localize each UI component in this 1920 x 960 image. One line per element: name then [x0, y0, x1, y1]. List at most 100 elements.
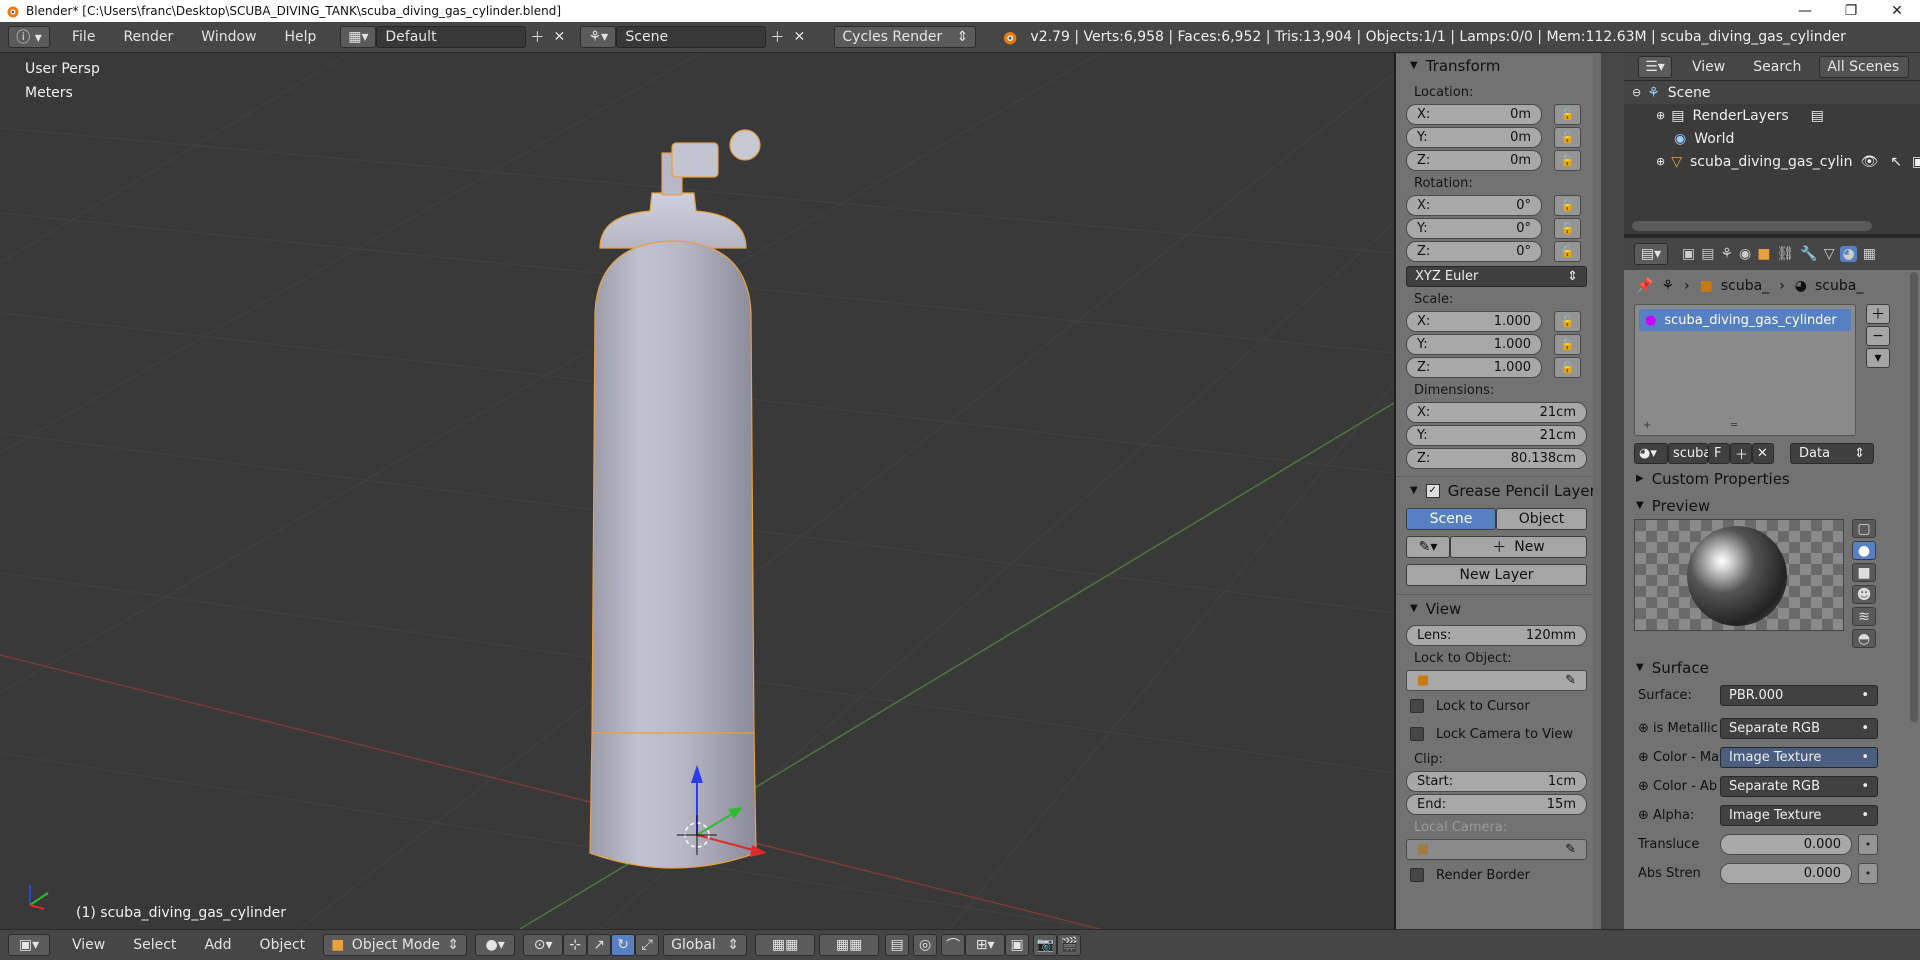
- fake-user-button[interactable]: F: [1708, 443, 1730, 464]
- eyedropper-icon[interactable]: ✎: [1565, 673, 1576, 688]
- preview-flat-icon[interactable]: ▢: [1852, 519, 1876, 538]
- expand-node-icon[interactable]: ⊕: [1638, 808, 1653, 823]
- lock-object-field[interactable]: ■ ✎: [1406, 670, 1587, 691]
- input-alpha-dropdown[interactable]: Image Texture •: [1720, 805, 1878, 826]
- menu-window[interactable]: Window: [187, 29, 270, 45]
- lock-icon[interactable]: 🔓: [1554, 334, 1581, 355]
- render-border-checkbox[interactable]: Render Border: [1396, 861, 1601, 889]
- view-panel-header[interactable]: ▼ View: [1396, 594, 1601, 622]
- proportional-edit-icon[interactable]: ◎: [913, 934, 938, 956]
- manipulator-toggle-icon[interactable]: ⊹: [563, 934, 588, 956]
- lock-icon[interactable]: 🔓: [1554, 195, 1581, 216]
- lock-icon[interactable]: 🔓: [1554, 104, 1581, 125]
- lock-icon[interactable]: 🔓: [1554, 127, 1581, 148]
- 3d-viewport[interactable]: User Persp Meters (1) scuba_diving_gas_c…: [0, 53, 1394, 929]
- dimensions-y-field[interactable]: Y: 21cm: [1406, 425, 1587, 446]
- translucency-field[interactable]: 0.000: [1720, 834, 1852, 855]
- scene-layers-1[interactable]: ▦▦: [755, 934, 816, 956]
- clip-start-field[interactable]: Start: 1cm: [1406, 771, 1587, 792]
- custom-properties-header[interactable]: ▶ Custom Properties: [1624, 465, 1920, 492]
- render-engine-dropdown[interactable]: Cycles Render ⇕: [834, 26, 977, 48]
- rotation-x-field[interactable]: X: 0°: [1406, 195, 1542, 216]
- outliner-item-cylinder[interactable]: ⊕ ▽ scuba_diving_gas_cylin 👁 ↖ ▣: [1624, 150, 1920, 173]
- minimize-button[interactable]: —: [1782, 3, 1828, 19]
- render-layer-toggle-icon[interactable]: ▤: [1811, 108, 1824, 124]
- snap-target-icon[interactable]: ▣: [1005, 934, 1030, 956]
- link-socket-icon[interactable]: •: [1858, 863, 1878, 884]
- input-color-ab-dropdown[interactable]: Separate RGB •: [1720, 776, 1878, 797]
- link-socket-icon[interactable]: •: [1858, 834, 1878, 855]
- scene-icon-button[interactable]: ⚘▾: [580, 26, 617, 48]
- input-metallic-dropdown[interactable]: Separate RGB •: [1720, 718, 1878, 739]
- transform-panel-header[interactable]: ▼ Transform: [1396, 53, 1601, 77]
- layer-lock-icon[interactable]: ▤: [885, 934, 910, 956]
- render-camera-icon[interactable]: ▣: [1912, 154, 1920, 170]
- scale-x-field[interactable]: X: 1.000: [1406, 311, 1542, 332]
- material-tab-icon[interactable]: ◕: [1840, 246, 1857, 262]
- add-layout-icon[interactable]: ＋: [526, 26, 548, 48]
- remove-layout-icon[interactable]: ✕: [548, 26, 570, 48]
- scuba-cylinder-model[interactable]: [589, 129, 761, 869]
- surface-panel-header[interactable]: ▼ Surface: [1624, 654, 1920, 681]
- new-layer-button[interactable]: New Layer: [1406, 564, 1587, 586]
- location-y-field[interactable]: Y: 0m: [1406, 127, 1542, 148]
- pin-icon[interactable]: 📌: [1636, 278, 1653, 294]
- lens-field[interactable]: Lens: 120mm: [1406, 625, 1587, 646]
- preview-cube-icon[interactable]: ■: [1852, 563, 1876, 582]
- location-z-field[interactable]: Z: 0m: [1406, 150, 1542, 171]
- opengl-render-icon[interactable]: 📷: [1033, 934, 1058, 956]
- checkbox-checked-icon[interactable]: ✓: [1425, 483, 1440, 498]
- lock-to-cursor-checkbox[interactable]: Lock to Cursor: [1396, 692, 1601, 720]
- modifiers-tab-icon[interactable]: 🔧: [1800, 246, 1817, 262]
- rotation-z-field[interactable]: Z: 0°: [1406, 241, 1542, 262]
- scale-y-field[interactable]: Y: 1.000: [1406, 334, 1542, 355]
- preview-sky-icon[interactable]: ◓: [1852, 629, 1876, 648]
- grease-pencil-panel-header[interactable]: ▼ ✓ Grease Pencil Layer: [1396, 476, 1601, 504]
- add-slot-button[interactable]: ＋: [1866, 304, 1890, 324]
- rotation-mode-dropdown[interactable]: XYZ Euler ⇕: [1406, 266, 1587, 287]
- tab-object[interactable]: Object: [1496, 508, 1587, 530]
- pencil-icon[interactable]: ✎▾: [1406, 536, 1450, 558]
- rotation-y-field[interactable]: Y: 0°: [1406, 218, 1542, 239]
- close-button[interactable]: ✕: [1874, 3, 1920, 19]
- render-layers-tab-icon[interactable]: ▤: [1701, 246, 1714, 262]
- lock-icon[interactable]: 🔓: [1554, 150, 1581, 171]
- menu-render[interactable]: Render: [109, 29, 187, 45]
- outliner-item-scene[interactable]: ⊖ ⚘ Scene: [1624, 81, 1920, 104]
- slot-resize-handle-icon[interactable]: +: [1643, 420, 1651, 431]
- object-tab-icon[interactable]: ■: [1757, 246, 1770, 262]
- input-color-ma-dropdown[interactable]: Image Texture •: [1720, 747, 1878, 768]
- properties-scrollbar[interactable]: [1910, 272, 1918, 722]
- snap-element-dropdown[interactable]: ⊞▾: [965, 934, 1006, 956]
- slot-specials-button[interactable]: ▾: [1866, 348, 1890, 368]
- clip-end-field[interactable]: End: 15m: [1406, 794, 1587, 815]
- footer-menu-object[interactable]: Object: [246, 937, 320, 953]
- material-browse-button[interactable]: ◕▾: [1634, 443, 1668, 464]
- scale-z-field[interactable]: Z: 1.000: [1406, 357, 1542, 378]
- list-grip-icon[interactable]: ═: [1731, 420, 1737, 431]
- expand-node-icon[interactable]: ⊕: [1638, 779, 1653, 794]
- shelf-scrollbar[interactable]: [1593, 53, 1601, 929]
- screen-layout-icon-button[interactable]: ▦▾: [340, 26, 377, 48]
- preview-monkey-icon[interactable]: ☻: [1852, 585, 1876, 604]
- menu-help[interactable]: Help: [270, 29, 330, 45]
- outliner-filter-dropdown[interactable]: All Scenes: [1819, 55, 1910, 78]
- location-x-field[interactable]: X: 0m: [1406, 104, 1542, 125]
- 3d-editor-type-button[interactable]: ▣▾: [8, 934, 50, 956]
- outliner-item-renderlayers[interactable]: ⊕ ▤ RenderLayers ▤: [1624, 104, 1920, 127]
- visibility-eye-icon[interactable]: 👁: [1860, 154, 1878, 170]
- world-tab-icon[interactable]: ◉: [1739, 246, 1751, 262]
- preview-header[interactable]: ▼ Preview: [1624, 492, 1920, 519]
- unlink-material-icon[interactable]: ✕: [1752, 443, 1774, 464]
- lock-icon[interactable]: 🔓: [1554, 218, 1581, 239]
- material-slot-list[interactable]: ● scuba_diving_gas_cylinder + ═: [1634, 304, 1856, 436]
- translate-manipulator-icon[interactable]: ↗: [587, 934, 612, 956]
- info-editor-type-button[interactable]: ⓘ ▾: [8, 26, 50, 48]
- outliner-view-menu[interactable]: View: [1678, 59, 1739, 75]
- properties-editor-type-button[interactable]: ▤▾: [1634, 243, 1668, 265]
- link-dropdown[interactable]: Data ⇕: [1790, 443, 1874, 464]
- add-scene-icon[interactable]: ＋: [766, 26, 788, 48]
- constraints-tab-icon[interactable]: ⛓: [1776, 246, 1794, 262]
- scene-tab-icon[interactable]: ⚘: [1720, 246, 1733, 262]
- data-tab-icon[interactable]: ▽: [1824, 246, 1835, 262]
